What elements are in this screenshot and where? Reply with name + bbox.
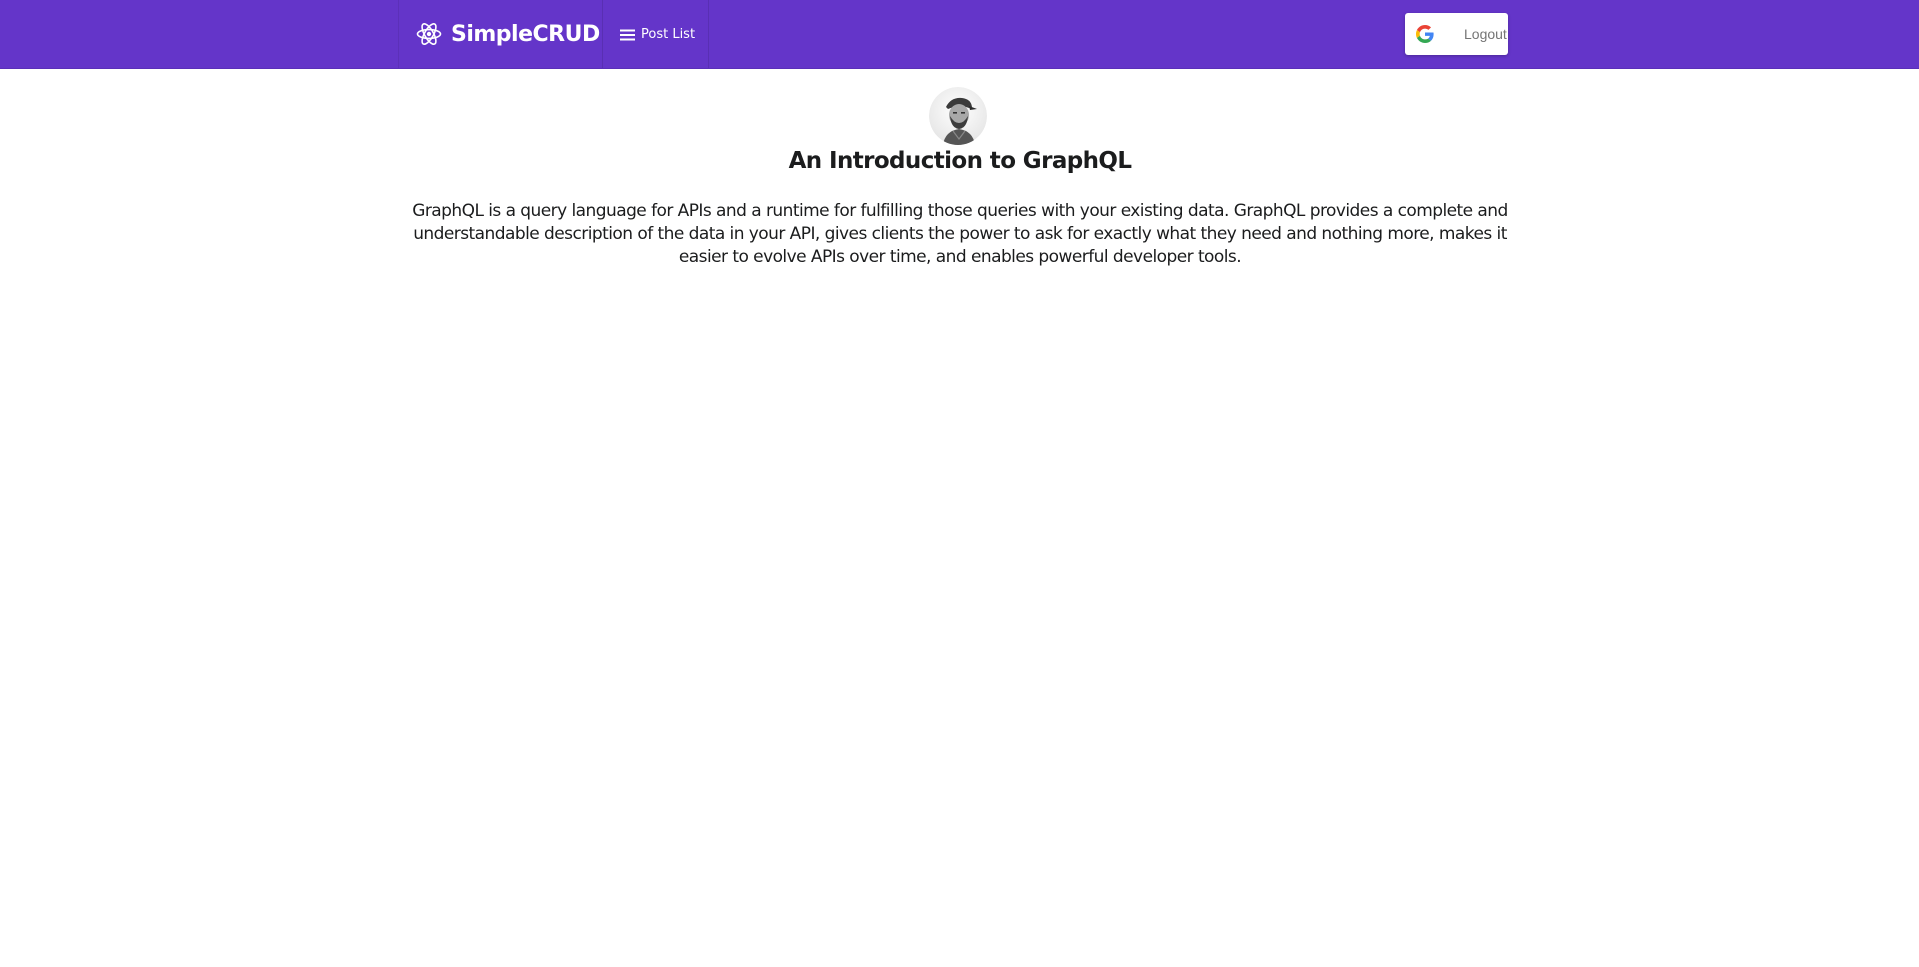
nav-item-label: Post List [641, 26, 696, 42]
google-g-icon [1416, 25, 1434, 43]
navbar-container: SimpleCRUD Post List Logout [398, 0, 1510, 68]
author-avatar [929, 87, 987, 145]
nav-item-post-list[interactable]: Post List [603, 0, 709, 68]
hamburger-menu-icon [620, 28, 635, 41]
google-logout-button[interactable]: Logout [1405, 13, 1508, 55]
post-title: An Introduction to GraphQL [788, 148, 1132, 174]
logout-label: Logout [1464, 26, 1507, 42]
top-navbar: SimpleCRUD Post List Logout [0, 0, 1919, 69]
brand-name: SimpleCRUD [451, 21, 600, 47]
brand-home-link[interactable]: SimpleCRUD [398, 0, 603, 68]
react-atom-icon [416, 21, 442, 47]
post-body: GraphQL is a query language for APIs and… [412, 201, 1508, 267]
